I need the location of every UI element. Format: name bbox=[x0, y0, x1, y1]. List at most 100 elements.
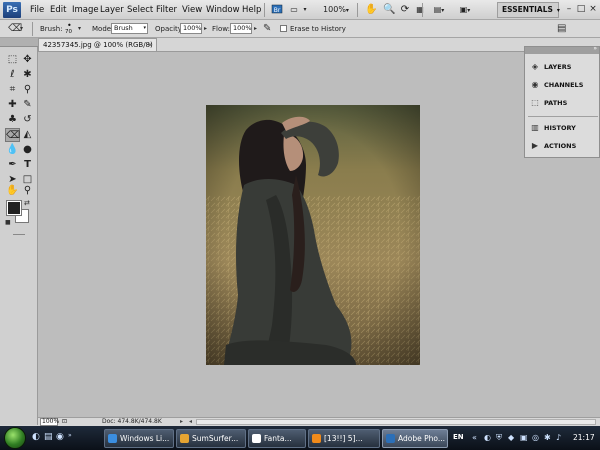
messenger-tray-icon[interactable]: ◐ bbox=[484, 433, 491, 442]
svg-text:Br: Br bbox=[274, 7, 281, 14]
taskbar-button[interactable]: [13!!] 5]... bbox=[308, 429, 380, 448]
hand-tool-icon[interactable]: ✋ bbox=[365, 3, 377, 17]
chevron-right-icon[interactable]: » bbox=[68, 432, 72, 439]
menu-filter[interactable]: Filter bbox=[156, 0, 177, 20]
folder-icon[interactable]: ▤ bbox=[44, 432, 53, 442]
workspace-switcher[interactable]: ESSENTIALS ▾ bbox=[497, 2, 560, 18]
panel-layers[interactable]: ◈ LAYERS bbox=[530, 60, 598, 74]
lasso-tool-icon[interactable]: ℓ bbox=[5, 68, 20, 82]
panel-history[interactable]: ▥ HISTORY bbox=[530, 121, 598, 135]
zoom-level-dropdown[interactable]: 100%▾ bbox=[322, 3, 350, 17]
skype-tray-icon[interactable]: ◎ bbox=[532, 433, 539, 442]
minimize-icon[interactable]: – bbox=[563, 3, 575, 15]
chevron-down-icon[interactable]: ▾ bbox=[20, 23, 23, 35]
mode-select[interactable]: Brush ▾ bbox=[111, 23, 148, 34]
close-icon[interactable]: × bbox=[587, 3, 599, 15]
rotate-view-icon[interactable]: ⟳ bbox=[399, 3, 411, 17]
history-brush-icon[interactable]: ↺ bbox=[20, 113, 35, 127]
dodge-tool-icon[interactable]: ● bbox=[20, 143, 35, 157]
panel-actions[interactable]: ▶ ACTIONS bbox=[530, 139, 598, 153]
zoom-tool-icon[interactable]: 🔍 bbox=[383, 3, 395, 17]
start-button[interactable] bbox=[4, 427, 26, 449]
bluetooth-tray-icon[interactable]: ✱ bbox=[544, 433, 551, 442]
taskbar-button[interactable]: Windows Li... bbox=[104, 429, 174, 448]
chevron-left-icon[interactable]: « bbox=[472, 433, 477, 442]
volume-icon[interactable]: ♪ bbox=[556, 433, 561, 442]
pen-tool-icon[interactable]: ✒ bbox=[5, 158, 20, 172]
clone-stamp-icon[interactable]: ♣ bbox=[5, 113, 20, 127]
taskbar-button[interactable]: Fanta... bbox=[248, 429, 306, 448]
minibridge-icon[interactable]: ▭ bbox=[288, 3, 300, 17]
magic-wand-icon[interactable]: ✱ bbox=[20, 68, 35, 82]
taskbar-button-active[interactable]: Adobe Pho... bbox=[382, 429, 448, 448]
options-bar: ⌫ ▾ Brush: • 70 ▾ Mode: Brush ▾ Opacity:… bbox=[0, 20, 600, 38]
network-tray-icon[interactable]: ▣ bbox=[520, 433, 528, 442]
tools-panel-header[interactable] bbox=[0, 38, 38, 47]
opacity-field[interactable]: 100% bbox=[180, 23, 202, 34]
type-tool-icon[interactable]: T bbox=[20, 158, 35, 172]
brush-preset-picker[interactable]: • 70 bbox=[64, 21, 78, 37]
status-zoom-field[interactable]: 100% bbox=[40, 418, 59, 426]
move-tool-icon[interactable]: ✥ bbox=[20, 53, 35, 67]
blur-tool-icon[interactable]: 💧 bbox=[5, 143, 20, 157]
panel-toggle-icon[interactable]: ▤ bbox=[557, 22, 566, 36]
document-tab[interactable]: 42357345.jpg @ 100% (RGB/8) × bbox=[38, 38, 157, 51]
brush-tool-icon[interactable]: ✎ bbox=[20, 98, 35, 112]
grid-icon[interactable]: ▦ bbox=[414, 3, 426, 17]
menu-file[interactable]: File bbox=[30, 0, 44, 20]
flow-field[interactable]: 100% bbox=[230, 23, 252, 34]
crop-tool-icon[interactable]: ⌗ bbox=[5, 83, 20, 97]
media-icon[interactable]: ◉ bbox=[56, 432, 64, 442]
paint-bucket-icon[interactable]: ◭ bbox=[20, 128, 35, 142]
panel-paths[interactable]: ⬚ PATHS bbox=[530, 96, 598, 110]
swap-colors-icon[interactable]: ⇄ bbox=[24, 199, 30, 207]
erase-to-history-checkbox[interactable] bbox=[280, 25, 287, 32]
status-bar: 100% ⊡ Doc: 474.8K/474.8K ▸ ◂ bbox=[38, 417, 600, 426]
taskbar-clock[interactable]: 21:17 bbox=[573, 426, 595, 450]
default-colors-icon[interactable]: ■ bbox=[5, 219, 11, 226]
screen-mode-icon[interactable]: ▣▾ bbox=[454, 3, 476, 17]
maximize-icon[interactable]: □ bbox=[575, 3, 587, 15]
chevron-down-icon[interactable]: ▾ bbox=[78, 23, 81, 35]
chevron-right-icon[interactable]: ▸ bbox=[180, 418, 183, 426]
paths-icon: ⬚ bbox=[531, 98, 539, 107]
menu-view[interactable]: View bbox=[182, 0, 202, 20]
update-tray-icon[interactable]: ◆ bbox=[508, 433, 514, 442]
menu-help[interactable]: Help bbox=[242, 0, 261, 20]
panel-dock-header[interactable]: » bbox=[525, 45, 599, 54]
messenger-icon bbox=[108, 434, 117, 443]
zoom-tool-icon[interactable]: ⚲ bbox=[20, 184, 35, 198]
chevron-right-icon[interactable]: ▸ bbox=[204, 23, 207, 35]
security-tray-icon[interactable]: ⛨ bbox=[496, 433, 502, 443]
document-photo[interactable] bbox=[206, 105, 420, 365]
eraser-tool-icon[interactable]: ⌫ bbox=[5, 128, 20, 142]
language-indicator[interactable]: EN bbox=[453, 433, 464, 441]
close-icon[interactable]: × bbox=[147, 39, 153, 51]
info-icon[interactable]: ⊡ bbox=[62, 418, 67, 426]
horizontal-scrollbar[interactable] bbox=[196, 419, 596, 425]
hand-tool-icon[interactable]: ✋ bbox=[5, 184, 20, 198]
healing-brush-icon[interactable]: ✚ bbox=[5, 98, 20, 112]
collapse-icon[interactable]: » bbox=[593, 45, 597, 52]
marquee-tool-icon[interactable]: ⬚ bbox=[5, 53, 20, 67]
eyedropper-icon[interactable]: ⚲ bbox=[20, 83, 35, 97]
panel-channels[interactable]: ◉ CHANNELS bbox=[530, 78, 598, 92]
bridge-icon[interactable]: Br bbox=[270, 3, 284, 17]
chevron-right-icon[interactable]: ▸ bbox=[254, 23, 257, 35]
arrange-documents-icon[interactable]: ▤▾ bbox=[428, 3, 450, 17]
airbrush-icon[interactable]: ✎ bbox=[263, 22, 271, 36]
zoom-level-value: 100% bbox=[323, 5, 346, 14]
chevron-down-icon[interactable]: ▾ bbox=[301, 3, 309, 17]
menu-select[interactable]: Select bbox=[127, 0, 153, 20]
photo-girl-shading-eyes bbox=[206, 105, 420, 365]
taskbar-button[interactable]: SumSurfer... bbox=[176, 429, 246, 448]
menu-window[interactable]: Window bbox=[206, 0, 240, 20]
quick-mask-icon[interactable] bbox=[13, 234, 25, 235]
browser-icon[interactable]: ◐ bbox=[32, 432, 40, 442]
chevron-left-icon[interactable]: ◂ bbox=[189, 418, 192, 426]
panel-label: HISTORY bbox=[544, 124, 576, 132]
menu-image[interactable]: Image bbox=[72, 0, 99, 20]
foreground-color-swatch[interactable] bbox=[6, 200, 22, 216]
menu-layer[interactable]: Layer bbox=[100, 0, 124, 20]
menu-edit[interactable]: Edit bbox=[50, 0, 66, 20]
